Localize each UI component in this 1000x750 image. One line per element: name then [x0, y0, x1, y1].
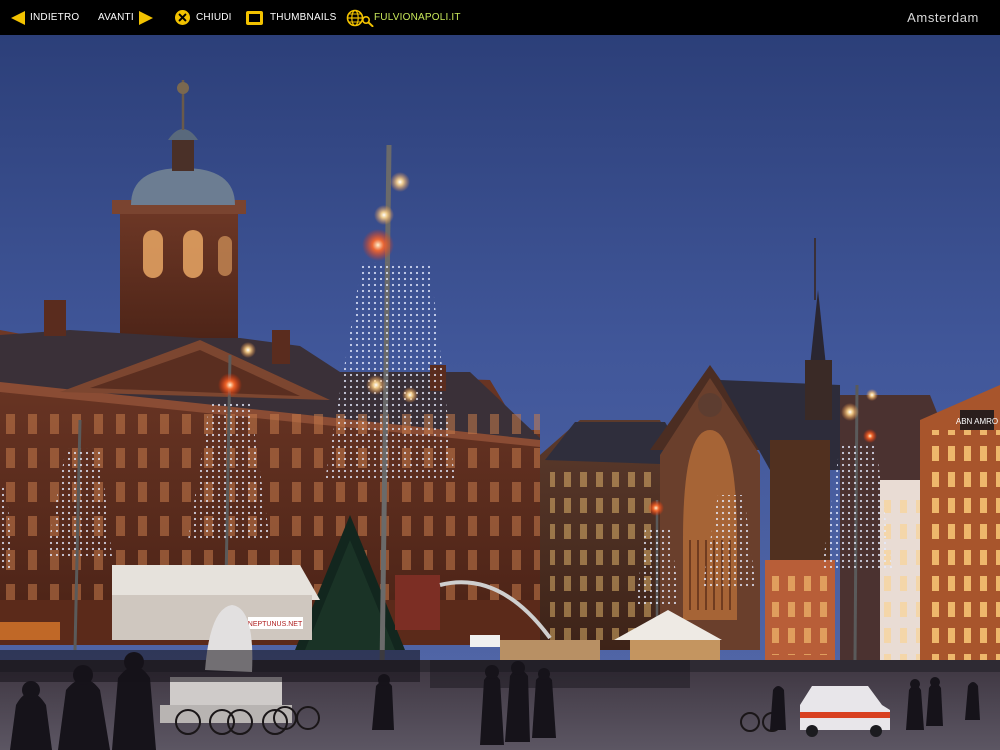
- next-label: AVANTI: [98, 12, 134, 23]
- stand-sign: NEPTUNUS.NET: [248, 621, 303, 628]
- close-label: CHIUDI: [196, 12, 232, 23]
- arrow-right-icon: [138, 10, 153, 25]
- back-label: INDIETRO: [30, 12, 80, 23]
- night-square-illustration: ABN AMRO NEPTUNUS.NET: [0, 35, 1000, 750]
- site-label: FULVIONAPOLI.IT: [374, 12, 461, 23]
- thumbnails-icon: [246, 10, 263, 25]
- photo-amsterdam-dam-square: ABN AMRO NEPTUNUS.NET: [0, 35, 1000, 750]
- top-navigation-bar: INDIETRO AVANTI CHIUDI THUMBNAILS FULVIO…: [0, 0, 1000, 35]
- thumbnails-button[interactable]: THUMBNAILS: [246, 0, 336, 35]
- back-button[interactable]: INDIETRO: [11, 0, 79, 35]
- globe-search-icon: [346, 9, 374, 27]
- bank-sign: ABN AMRO: [956, 417, 998, 426]
- thumbnails-label: THUMBNAILS: [270, 12, 337, 23]
- close-button[interactable]: CHIUDI: [175, 0, 232, 35]
- close-circle-icon: [175, 10, 190, 25]
- next-button[interactable]: AVANTI: [98, 0, 153, 35]
- photo-title: Amsterdam: [907, 10, 979, 25]
- arrow-left-icon: [11, 10, 25, 25]
- site-link[interactable]: FULVIONAPOLI.IT: [346, 0, 461, 35]
